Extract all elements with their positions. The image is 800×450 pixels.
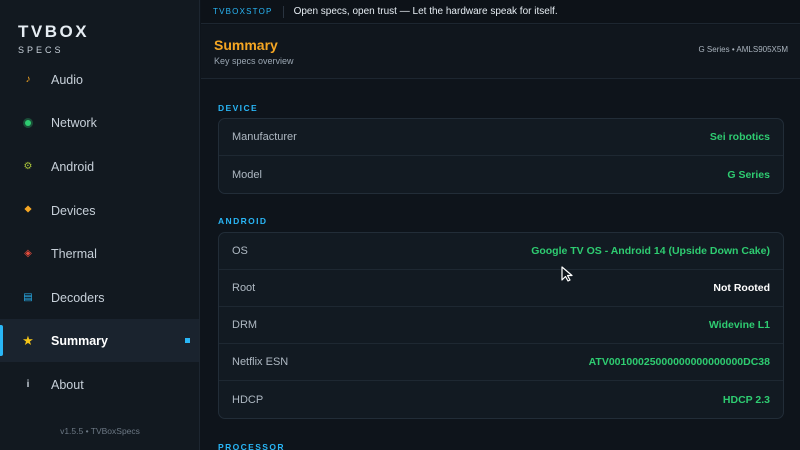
sidebar-item-android[interactable]: ⚙ Android	[0, 145, 199, 188]
spec-value: Not Rooted	[713, 282, 770, 294]
spec-row-root: Root Not Rooted	[219, 270, 783, 307]
spec-label: Root	[232, 282, 256, 294]
device-meta: G Series • AMLS905X5M	[698, 45, 788, 54]
music-note-icon: ♪	[25, 74, 31, 85]
summary-content[interactable]: DEVICE Manufacturer Sei robotics Model G…	[201, 80, 800, 450]
sidebar-item-decoders[interactable]: ▤ Decoders	[0, 276, 199, 319]
mouse-cursor-icon	[561, 266, 573, 282]
logo-subtitle: SPECS	[18, 45, 64, 55]
spec-row-hdcp: HDCP HDCP 2.3	[219, 381, 783, 418]
spec-label: HDCP	[232, 393, 264, 406]
spec-label: Manufacturer	[232, 131, 297, 143]
app-logo: TVBOX SPECS	[18, 22, 89, 55]
spec-label: OS	[232, 245, 248, 257]
page-title: Summary	[214, 37, 278, 53]
section-label-device: DEVICE	[218, 103, 259, 113]
sidebar-item-label: Summary	[51, 333, 108, 348]
ticker-tag: TVBOXSTOP	[201, 5, 284, 18]
spec-value: HDCP 2.3	[722, 393, 770, 406]
ticker-text: Open specs, open trust — Let the hardwar…	[293, 6, 558, 17]
sidebar-item-label: Audio	[51, 72, 83, 87]
sidebar-item-label: Decoders	[51, 290, 105, 305]
sidebar: TVBOX SPECS ♪ Audio Network ⚙ Android ⯁ …	[0, 0, 200, 450]
sidebar-item-label: Network	[51, 115, 97, 130]
spec-row-netflix-esn: Netflix ESN ATV00100025000000000000000DC…	[219, 344, 783, 381]
spec-row-os: OS Google TV OS - Android 14 (Upside Dow…	[219, 233, 783, 270]
decoder-grid-icon: ▤	[23, 292, 33, 303]
page-subtitle: Key specs overview	[214, 56, 294, 66]
android-gear-icon: ⚙	[23, 161, 33, 172]
spec-value: ATV00100025000000000000000DC38	[588, 356, 770, 368]
active-indicator	[185, 338, 190, 343]
sidebar-item-devices[interactable]: ⯁ Devices	[0, 189, 199, 232]
sidebar-item-thermal[interactable]: ◈ Thermal	[0, 232, 199, 275]
spec-row-manufacturer: Manufacturer Sei robotics	[219, 119, 783, 156]
spec-label: DRM	[232, 319, 258, 331]
logo-title: TVBOX	[18, 22, 90, 41]
star-icon: ★	[22, 332, 34, 348]
spec-label: Model	[232, 168, 262, 181]
app-version: v1.5.5 • TVBoxSpecs	[60, 426, 140, 436]
sidebar-item-summary[interactable]: ★ Summary	[0, 319, 199, 362]
sidebar-item-label: About	[51, 377, 84, 392]
sidebar-item-network[interactable]: Network	[0, 101, 199, 144]
sidebar-item-label: Devices	[51, 203, 96, 218]
sidebar-item-label: Thermal	[51, 246, 97, 261]
devices-diamond-icon: ⯁	[24, 205, 32, 216]
section-label-processor: PROCESSOR	[218, 442, 285, 450]
top-ticker: TVBOXSTOP Open specs, open trust — Let t…	[201, 0, 800, 24]
spec-label: Netflix ESN	[232, 356, 289, 368]
sidebar-item-label: Android	[51, 159, 95, 174]
android-card: OS Google TV OS - Android 14 (Upside Dow…	[218, 232, 784, 419]
spec-row-drm: DRM Widevine L1	[219, 307, 783, 344]
info-icon: i	[26, 379, 30, 390]
spec-value: Sei robotics	[709, 131, 770, 143]
spec-value: G Series	[727, 168, 770, 181]
page-header: Summary Key specs overview G Series • AM…	[201, 25, 800, 79]
sidebar-item-audio[interactable]: ♪ Audio	[0, 58, 199, 101]
spec-value: Google TV OS - Android 14 (Upside Down C…	[531, 245, 770, 257]
spec-row-model: Model G Series	[219, 156, 783, 193]
device-card: Manufacturer Sei robotics Model G Series	[218, 118, 784, 194]
section-label-android: ANDROID	[218, 216, 268, 226]
network-dot-icon	[21, 116, 35, 130]
spec-value: Widevine L1	[708, 319, 770, 331]
sidebar-item-about[interactable]: i About	[0, 363, 199, 406]
thermal-diamond-icon: ◈	[24, 248, 32, 259]
